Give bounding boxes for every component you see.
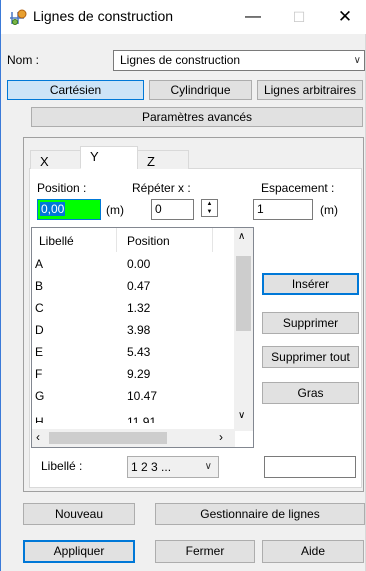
- column-header-position[interactable]: Position: [127, 234, 170, 248]
- chevron-down-icon: ∨: [353, 55, 361, 66]
- row-label: C: [35, 301, 44, 315]
- table-row[interactable]: F 9.29: [32, 363, 235, 385]
- appliquer-button[interactable]: Appliquer: [23, 540, 135, 563]
- row-label: B: [35, 279, 44, 293]
- espacement-input[interactable]: 1: [253, 199, 313, 220]
- row-label: F: [35, 367, 43, 381]
- nom-select-value: Lignes de construction: [120, 53, 241, 67]
- dialog-window: Lignes de construction — ☐ ✕ Nom : Ligne…: [0, 0, 366, 571]
- espacement-label: Espacement :: [261, 181, 335, 195]
- fermer-button[interactable]: Fermer: [155, 540, 255, 563]
- position-input[interactable]: 0,00: [37, 199, 101, 220]
- table-row[interactable]: G 10.47: [32, 385, 235, 407]
- table-row[interactable]: E 5.43: [32, 341, 235, 363]
- row-label: H: [35, 415, 44, 423]
- row-position: 9.29: [127, 367, 151, 381]
- inserer-button[interactable]: Insérer: [262, 273, 359, 295]
- column-divider: [116, 228, 117, 252]
- scroll-left-icon[interactable]: ‹: [36, 430, 40, 444]
- libelle-select[interactable]: 1 2 3 ... ∨: [127, 456, 219, 478]
- nouveau-button[interactable]: Nouveau: [23, 503, 135, 525]
- libelle-text-input[interactable]: [264, 456, 356, 478]
- column-header-libelle[interactable]: Libellé: [39, 234, 74, 248]
- table-row[interactable]: A 0.00: [32, 253, 235, 275]
- table-row[interactable]: C 1.32: [32, 297, 235, 319]
- parametres-avances-button[interactable]: Paramètres avancés: [31, 107, 363, 127]
- list-header: Libellé Position: [32, 228, 235, 252]
- espacement-unit: (m): [320, 203, 338, 217]
- column-divider: [212, 228, 213, 252]
- tab-y[interactable]: Y: [80, 146, 138, 169]
- position-label: Position :: [37, 181, 87, 195]
- spin-down-icon[interactable]: ▼: [202, 208, 217, 216]
- row-label: D: [35, 323, 44, 337]
- libelle-label: Libellé :: [41, 459, 83, 473]
- cylindrique-button[interactable]: Cylindrique: [149, 80, 252, 100]
- row-label: G: [35, 389, 45, 403]
- grid-lines-icon: [10, 9, 28, 25]
- title-bar[interactable]: Lignes de construction — ☐ ✕: [1, 0, 366, 34]
- row-position: 3.98: [127, 323, 151, 337]
- repeter-value: 0: [155, 202, 162, 216]
- minimize-icon[interactable]: —: [230, 0, 276, 34]
- gestionnaire-de-lignes-button[interactable]: Gestionnaire de lignes: [155, 503, 365, 525]
- row-position: 1.32: [127, 301, 151, 315]
- spin-up-icon[interactable]: ▲: [202, 200, 217, 208]
- nom-label: Nom :: [7, 53, 40, 67]
- scroll-down-icon[interactable]: ∨: [238, 410, 245, 421]
- gras-button[interactable]: Gras: [262, 382, 359, 404]
- row-position: 0.47: [127, 279, 151, 293]
- repeter-stepper[interactable]: ▲ ▼: [201, 199, 218, 217]
- tab-z[interactable]: Z: [137, 150, 189, 169]
- supprimer-button[interactable]: Supprimer: [262, 312, 359, 334]
- table-row[interactable]: H 11.91: [32, 407, 235, 423]
- chevron-down-icon: ∨: [204, 461, 212, 472]
- repeter-label: Répéter x :: [132, 181, 191, 195]
- scroll-up-icon[interactable]: ∧: [238, 231, 245, 242]
- position-value: 0,00: [40, 202, 66, 216]
- nom-select[interactable]: Lignes de construction ∨: [113, 50, 365, 71]
- libelle-select-value: 1 2 3 ...: [131, 460, 172, 474]
- close-icon[interactable]: ✕: [322, 0, 366, 34]
- row-label: A: [35, 257, 44, 271]
- vertical-scroll-thumb[interactable]: [236, 256, 251, 331]
- row-position: 10.47: [127, 389, 158, 403]
- vertical-scrollbar[interactable]: ∧ ∨: [234, 228, 253, 431]
- lines-list[interactable]: Libellé Position A 0.00 B 0.47 C 1.32 D …: [31, 227, 254, 448]
- supprimer-tout-button[interactable]: Supprimer tout: [262, 346, 359, 368]
- position-unit: (m): [106, 203, 124, 217]
- row-position: 11.91: [127, 415, 157, 423]
- window-title: Lignes de construction: [33, 8, 174, 24]
- row-position: 0.00: [127, 257, 151, 271]
- row-label: E: [35, 345, 44, 359]
- espacement-value: 1: [257, 202, 264, 216]
- aide-button[interactable]: Aide: [262, 540, 364, 563]
- row-position: 5.43: [127, 345, 151, 359]
- table-row[interactable]: B 0.47: [32, 275, 235, 297]
- scroll-right-icon[interactable]: ›: [219, 430, 223, 444]
- horizontal-scroll-thumb[interactable]: [49, 432, 167, 444]
- maximize-icon[interactable]: ☐: [276, 0, 322, 34]
- cartesien-button[interactable]: Cartésien: [7, 80, 144, 100]
- table-row[interactable]: D 3.98: [32, 319, 235, 341]
- horizontal-scrollbar[interactable]: ‹ ›: [32, 429, 235, 447]
- repeter-input[interactable]: 0: [151, 199, 194, 220]
- tab-x[interactable]: X: [30, 150, 82, 169]
- lignes-arbitraires-button[interactable]: Lignes arbitraires: [257, 80, 363, 100]
